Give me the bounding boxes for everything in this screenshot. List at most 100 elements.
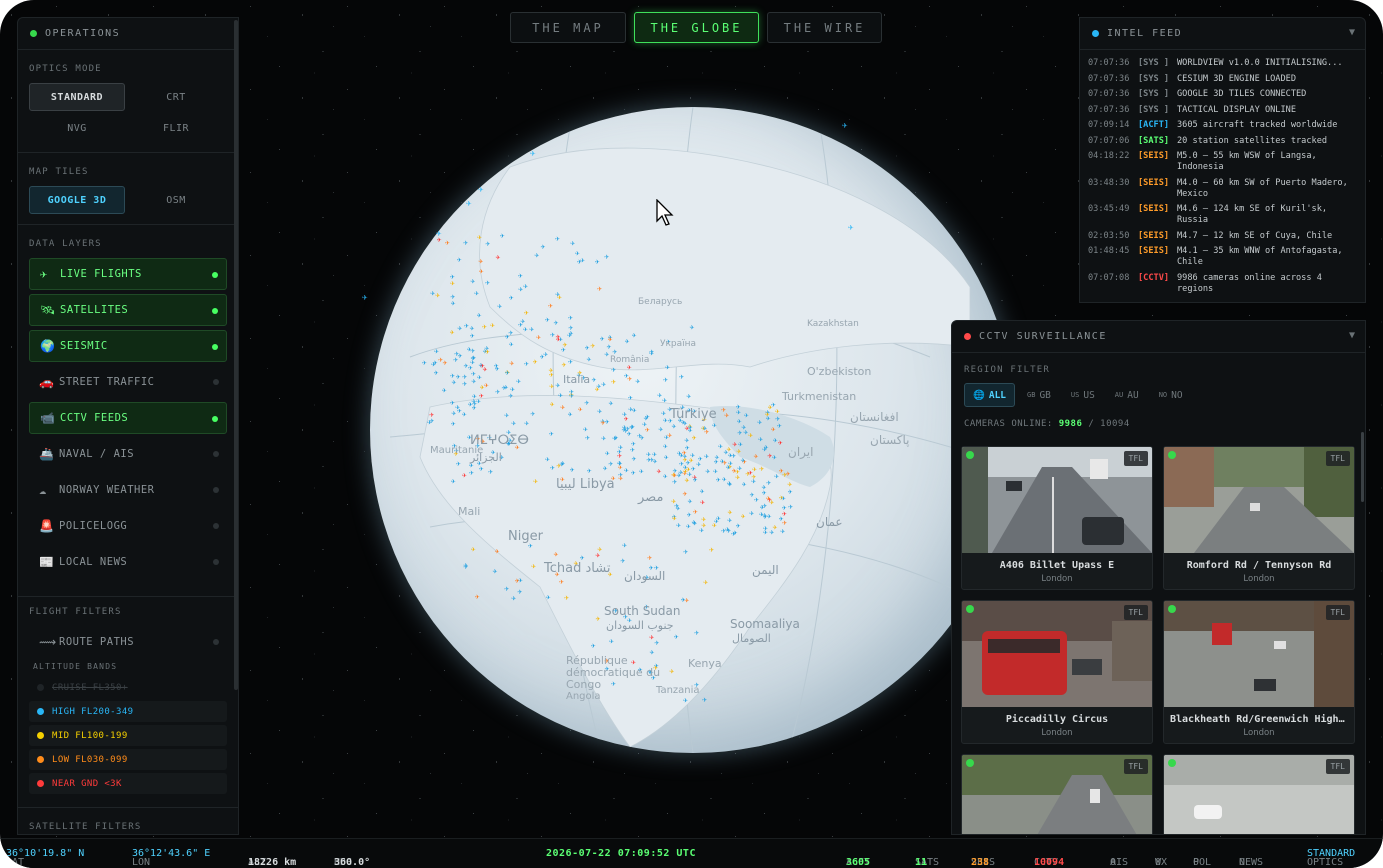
tfl-badge: TFL [1325, 451, 1350, 466]
operations-title: OPERATIONS [45, 28, 121, 39]
layer-status-dot [213, 559, 219, 565]
intel-tag: [SEIS] [1138, 246, 1170, 256]
aircraft-icon[interactable]: ✈ [848, 223, 854, 233]
band-mid[interactable]: MID FL100-199 [29, 725, 227, 746]
layer-label: NAVAL / AIS [59, 448, 135, 460]
aircraft-icon[interactable]: ✈ [530, 149, 536, 159]
flag-gb-icon: GB [1027, 391, 1036, 399]
tab-map[interactable]: THE MAP [510, 12, 626, 43]
intel-tag: [SEIS] [1138, 204, 1170, 214]
intel-message: GOOGLE 3D TILES CONNECTED [1177, 89, 1307, 99]
layer-naval-ais[interactable]: 🚢 NAVAL / AIS [29, 438, 227, 470]
intel-tag: [SYS ] [1138, 89, 1170, 99]
region-label: ALL [988, 389, 1007, 401]
aircraft-icon[interactable]: ✈ [362, 293, 368, 303]
camera-tile[interactable]: TFL [961, 754, 1153, 834]
region-au-button[interactable]: AU AU [1107, 383, 1147, 407]
camera-tile[interactable]: TFL [1163, 754, 1355, 834]
intel-message: M4.0 — 60 km SW of Puerto Madero, Mexico [1177, 177, 1348, 199]
intel-time: 07:07:36 [1088, 104, 1130, 115]
cameras-online: CAMERAS ONLINE: 9986 / 10094 [952, 407, 1365, 429]
flight-filters-label: FLIGHT FILTERS [29, 607, 122, 617]
siren-icon: 🚨 [39, 519, 55, 533]
view-tabs: THE MAP THE GLOBE THE WIRE [510, 12, 882, 43]
intel-tag: [SEIS] [1138, 151, 1170, 161]
tiles-google-3d-button[interactable]: GOOGLE 3D [29, 186, 125, 214]
tab-wire[interactable]: THE WIRE [767, 12, 882, 43]
region-label: AU [1127, 389, 1139, 401]
optics-crt-button[interactable]: CRT [128, 83, 224, 111]
band-near-ground[interactable]: NEAR GND <3K [29, 773, 227, 794]
tab-globe[interactable]: THE GLOBE [634, 12, 759, 43]
optics-flir-button[interactable]: FLIR [128, 114, 224, 142]
region-all-button[interactable]: 🌐 ALL [964, 383, 1016, 407]
intel-message: CESIUM 3D ENGINE LOADED [1177, 73, 1296, 84]
tfl-badge: TFL [1325, 605, 1350, 620]
route-paths-toggle[interactable]: ⟿ ROUTE PATHS [29, 626, 227, 658]
band-high[interactable]: HIGH FL200-349 [29, 701, 227, 722]
aircraft-icon[interactable]: ✈ [436, 229, 442, 239]
intel-entry: 03:45:49 [SEIS] M4.6 — 124 km SE of Kuril'… [1088, 204, 1355, 226]
left-panel-scrollbar[interactable] [234, 20, 238, 690]
camera-tile[interactable]: TFL A406 Billet Upass E London [961, 446, 1153, 590]
optics-nvg-button[interactable]: NVG [29, 114, 125, 142]
optics-standard-button[interactable]: STANDARD [29, 83, 125, 111]
collapse-chevron-icon[interactable]: ▼ [1349, 330, 1355, 341]
layer-street-traffic[interactable]: 🚗 STREET TRAFFIC [29, 366, 227, 398]
aircraft-icon[interactable]: ✈ [842, 121, 848, 131]
camera-tile[interactable]: TFL Piccadilly Circus London [961, 600, 1153, 744]
flag-au-icon: AU [1114, 391, 1124, 399]
layer-label: STREET TRAFFIC [59, 376, 155, 388]
camera-tile[interactable]: TFL Romford Rd / Tennyson Rd London [1163, 446, 1355, 590]
airplane-icon: ✈ [40, 267, 48, 281]
layer-cctv-feeds[interactable]: 📹 CCTV FEEDS [29, 402, 227, 434]
collapse-chevron-icon[interactable]: ▼ [1349, 27, 1355, 38]
globe-icon: 🌐 [973, 389, 985, 401]
ais-value: 0 [1110, 857, 1117, 868]
satellite-filters-section: SATELLITE FILTERS [18, 808, 238, 834]
region-gb-button[interactable]: GB GB [1019, 383, 1059, 407]
optics-section: OPTICS MODE STANDARD CRT NVG FLIR [18, 50, 238, 153]
layer-label: LOCAL NEWS [59, 556, 128, 568]
aircraft-icon[interactable]: ✈ [478, 185, 484, 195]
region-us-button[interactable]: US US [1063, 383, 1103, 407]
band-cruise[interactable]: CRUISE FL350+ [29, 677, 227, 698]
optics-label: OPTICS MODE [29, 64, 102, 74]
intel-entry: 02:03:50 [SEIS] M4.7 — 12 km SE of Cuya, C… [1088, 231, 1355, 242]
lon-readout: LON 36°12'43.6" E [132, 848, 210, 868]
layer-live-flights[interactable]: ✈ LIVE FLIGHTS [29, 258, 227, 290]
layer-label: POLICELOGG [59, 520, 128, 532]
region-label: US [1083, 389, 1095, 401]
layer-norway-weather[interactable]: ☁ NORWAY WEATHER [29, 474, 227, 506]
tfl-badge: TFL [1123, 759, 1148, 774]
cctv-scrollbar[interactable] [1361, 432, 1364, 502]
layer-status-dot [212, 416, 218, 422]
camera-grid: TFL A406 Billet Upass E London TFL Romfo… [961, 446, 1355, 834]
layers-section: DATA LAYERS ✈ LIVE FLIGHTS 🛰 SATELLITES 🌍 S… [18, 225, 238, 597]
intel-tag: [SATS] [1138, 135, 1170, 146]
newspaper-icon: 📰 [39, 555, 55, 569]
wx-value: 0 [1155, 857, 1162, 868]
lon-label: LON [132, 857, 151, 868]
intel-time: 03:48:30 [1088, 177, 1130, 188]
layer-label: NORWAY WEATHER [59, 484, 155, 496]
layer-policelogg[interactable]: 🚨 POLICELOGG [29, 510, 227, 542]
live-indicator [966, 759, 974, 767]
layer-local-news[interactable]: 📰 LOCAL NEWS [29, 546, 227, 578]
band-low[interactable]: LOW FL030-099 [29, 749, 227, 770]
tiles-osm-button[interactable]: OSM [128, 186, 224, 214]
layer-satellites[interactable]: 🛰 SATELLITES [29, 294, 227, 326]
camera-tile[interactable]: TFL Blackheath Rd/Greenwich High Rd Lond… [1163, 600, 1355, 744]
news-value: 0 [1239, 857, 1246, 868]
intel-title: INTEL FEED [1107, 28, 1183, 39]
status-bar: LAT 36°10'19.8" N LON 36°12'43.6" E ALT … [0, 838, 1383, 868]
layer-seismic[interactable]: 🌍 SEISMIC [29, 330, 227, 362]
region-no-button[interactable]: NO NO [1151, 383, 1191, 407]
intel-time: 07:07:08 [1088, 272, 1130, 283]
status-dot-icon [964, 333, 971, 340]
cameras-online-count: 9986 [1058, 419, 1083, 429]
band-label: LOW FL030-099 [52, 754, 128, 765]
region-label: NO [1171, 389, 1183, 401]
band-dot [37, 708, 44, 715]
aircraft-icon[interactable]: ✈ [466, 199, 472, 209]
